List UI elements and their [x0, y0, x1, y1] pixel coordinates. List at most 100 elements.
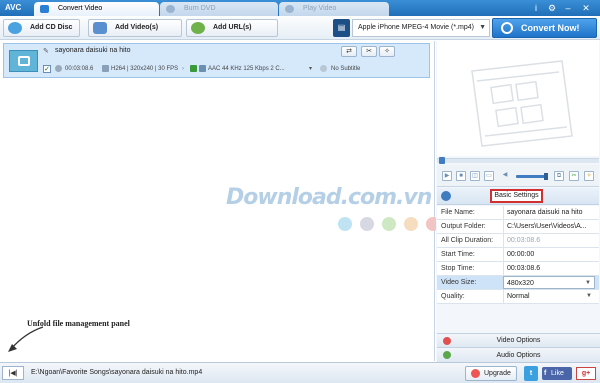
google-plus-icon[interactable]: g+: [576, 367, 596, 380]
add-urls-label: Add URL(s): [213, 24, 252, 31]
add-cd-disc-button[interactable]: Add CD Disc: [3, 19, 80, 37]
play-button[interactable]: ▶: [442, 171, 452, 181]
audio-options-panel[interactable]: Audio Options: [437, 347, 600, 362]
playback-progress-handle[interactable]: [439, 157, 445, 164]
add-url-icon: [191, 22, 205, 34]
subtitle-icon: [320, 65, 327, 72]
video-size-select[interactable]: 480x320 ▼: [503, 276, 595, 289]
facebook-icon: f: [544, 370, 547, 377]
watermark-dot: [404, 217, 418, 231]
add-videos-label: Add Video(s): [115, 24, 159, 31]
facebook-like-button[interactable]: f Like: [542, 367, 572, 380]
close-button[interactable]: ✕: [579, 2, 593, 14]
profile-format-icon[interactable]: ▤: [333, 19, 350, 37]
watermark-dot: [338, 217, 352, 231]
right-panel: ▶ ■ ◫ ▭ ◀ ⧉ ✂ ✧ Basic Settings File Name…: [436, 41, 600, 371]
add-videos-button[interactable]: Add Video(s): [88, 19, 182, 37]
video-options-panel[interactable]: Video Options: [437, 333, 600, 347]
audio-options-label: Audio Options: [496, 352, 541, 359]
snapshot-button[interactable]: ◫: [470, 171, 480, 181]
quality-select[interactable]: Normal ▼: [503, 290, 595, 303]
settings-header: Basic Settings: [437, 188, 599, 205]
play-icon: [285, 5, 294, 13]
watermark-dot: [382, 217, 396, 231]
setting-label: Output Folder:: [441, 223, 486, 230]
unfold-panel-button[interactable]: |◀|: [2, 366, 24, 380]
tab-burn-dvd-label: Burn DVD: [184, 5, 216, 12]
convert-now-label: Convert Now!: [521, 23, 580, 33]
setting-row-quality[interactable]: Quality: Normal ▼: [437, 290, 599, 304]
file-duration: 00:03:08.6: [65, 66, 94, 72]
player-controls: ▶ ■ ◫ ▭ ◀ ⧉ ✂ ✧: [437, 165, 599, 187]
video-stream-info: H264 | 320x240 | 30 FPS: [111, 66, 179, 72]
tab-convert-video[interactable]: Convert Video: [34, 2, 159, 16]
video-options-icon: [443, 337, 451, 345]
volume-icon[interactable]: ◀: [500, 171, 510, 181]
stop-time-field[interactable]: 00:03:08.6: [503, 262, 595, 275]
effect-wand-icon[interactable]: ✧: [584, 171, 594, 181]
tab-burn-dvd[interactable]: Burn DVD: [160, 2, 278, 16]
setting-label: Start Time:: [441, 251, 475, 258]
hint-arrow-icon: [8, 326, 44, 352]
twitter-icon[interactable]: t: [524, 366, 538, 381]
watermark-dots: [338, 217, 440, 233]
row-cut-button[interactable]: ✂: [361, 46, 377, 57]
setting-row-video-size[interactable]: Video Size: 480x320 ▼: [437, 276, 599, 290]
watermark-text: Download.com.vn: [226, 185, 432, 210]
file-name-field[interactable]: sayonara daisuki na hito: [503, 206, 595, 219]
row-refresh-button[interactable]: ⇄: [341, 46, 357, 57]
volume-slider-handle[interactable]: [544, 173, 548, 180]
stop-button[interactable]: ■: [456, 171, 466, 181]
file-name: sayonara daisuki na hito: [55, 47, 131, 54]
add-cd-disc-label: Add CD Disc: [30, 24, 73, 31]
setting-label: Stop Time:: [441, 265, 475, 272]
convert-video-icon: [40, 5, 49, 13]
video-size-value: 480x320: [507, 280, 534, 287]
folder-button[interactable]: ▭: [484, 171, 494, 181]
video-options-label: Video Options: [496, 337, 541, 344]
file-checkbox[interactable]: ✓: [43, 65, 51, 73]
settings-gear-icon[interactable]: ⚙: [545, 2, 559, 14]
cd-disc-icon: [8, 22, 22, 34]
output-profile-select[interactable]: Apple iPhone MPEG-4 Movie (*.mp4) ▼: [352, 19, 490, 37]
screenshot-icon[interactable]: ⧉: [554, 171, 564, 181]
upgrade-label: Upgrade: [484, 370, 511, 377]
setting-row-stop-time[interactable]: Stop Time: 00:03:08.6: [437, 262, 599, 276]
audio-dropdown-icon[interactable]: ▾: [309, 65, 312, 73]
setting-row-start-time[interactable]: Start Time: 00:00:00: [437, 248, 599, 262]
title-tab-bar: AVC Convert Video Burn DVD Play Video i …: [0, 0, 600, 16]
watermark-dot: [360, 217, 374, 231]
convert-now-button[interactable]: Convert Now!: [492, 18, 597, 38]
basic-settings-tab[interactable]: Basic Settings: [490, 189, 543, 203]
setting-row-file-name[interactable]: File Name: sayonara daisuki na hito: [437, 206, 599, 220]
setting-row-all-clip-duration: All Clip Duration: 00:03:08.6: [437, 234, 599, 248]
file-list-item[interactable]: ✎ sayonara daisuki na hito ⇄ ✂ ✧ ✓ 00:03…: [3, 43, 430, 78]
minimize-button[interactable]: –: [561, 2, 575, 14]
chevron-down-icon: ▼: [585, 280, 591, 286]
subtitle-select[interactable]: No Subtitle: [331, 65, 360, 73]
upgrade-button[interactable]: Upgrade: [465, 366, 517, 381]
disc-icon: [166, 5, 175, 13]
tab-play-video[interactable]: Play Video: [279, 2, 389, 16]
tab-play-video-label: Play Video: [303, 5, 337, 12]
output-folder-field[interactable]: C:\Users\User\Videos\A...: [503, 220, 595, 233]
tab-convert-video-label: Convert Video: [58, 5, 103, 12]
all-clip-duration-value: 00:03:08.6: [503, 234, 595, 247]
clock-icon: [55, 65, 62, 72]
video-thumbnail: [9, 50, 38, 72]
film-strip-icon: [471, 60, 573, 147]
row-effects-button[interactable]: ✧: [379, 46, 395, 57]
start-time-field[interactable]: 00:00:00: [503, 248, 595, 261]
add-urls-button[interactable]: Add URL(s): [186, 19, 278, 37]
toolbar: Add CD Disc Add Video(s) Add URL(s) ▤ Ap…: [0, 16, 600, 40]
crop-icon[interactable]: ✂: [569, 171, 579, 181]
edit-pencil-icon[interactable]: ✎: [43, 48, 51, 56]
setting-row-output-folder[interactable]: Output Folder: C:\Users\User\Videos\A...: [437, 220, 599, 234]
audio-options-icon: [443, 351, 451, 359]
volume-slider-track[interactable]: [516, 175, 546, 178]
playback-progress-track[interactable]: [437, 158, 599, 163]
audio-stream-icon: [190, 65, 197, 72]
chevron-right-icon: ›: [182, 66, 184, 72]
audio-stream-select[interactable]: AAC 44 KHz 125 Kbps 2 C...: [208, 65, 285, 73]
info-icon[interactable]: i: [529, 2, 543, 14]
